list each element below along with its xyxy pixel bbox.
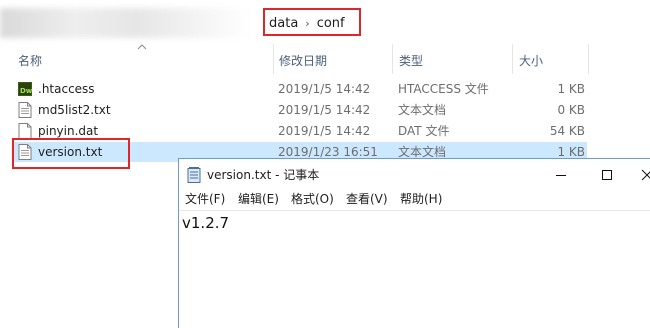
notepad-text-area[interactable]: v1.2.7: [179, 210, 650, 328]
column-divider[interactable]: [512, 44, 513, 74]
svg-text:Dw: Dw: [20, 87, 32, 95]
file-name[interactable]: md5list2.txt: [38, 100, 111, 120]
menu-help[interactable]: 帮助(H): [400, 189, 442, 209]
column-divider[interactable]: [392, 44, 393, 74]
notepad-menu-bar: 文件(F) 编辑(E) 格式(O) 查看(V) 帮助(H): [179, 189, 650, 209]
file-highlight-box: [12, 138, 130, 169]
notepad-icon: [187, 167, 201, 183]
notepad-window[interactable]: version.txt - 记事本 文件(F) 编辑(E) 格式(O) 查看(V…: [178, 158, 650, 328]
file-name[interactable]: .htaccess: [38, 79, 95, 99]
file-size: 1 KB: [557, 82, 585, 96]
menu-format[interactable]: 格式(O): [291, 189, 334, 209]
file-type: HTACCESS 文件: [398, 82, 489, 96]
notepad-title: version.txt - 记事本: [207, 168, 320, 182]
notepad-content[interactable]: v1.2.7: [182, 214, 229, 232]
minimize-icon[interactable]: [551, 165, 571, 185]
text-file-icon: [18, 102, 32, 118]
column-header-type[interactable]: 类型: [399, 50, 423, 72]
column-header-date[interactable]: 修改日期: [279, 50, 327, 72]
column-divider[interactable]: [273, 44, 274, 74]
menu-view[interactable]: 查看(V): [346, 189, 388, 209]
close-icon[interactable]: [637, 165, 650, 185]
dreamweaver-file-icon: Dw: [18, 82, 32, 96]
file-date: 2019/1/5 14:42: [278, 103, 371, 117]
maximize-icon[interactable]: [597, 165, 617, 185]
file-row[interactable]: md5list2.txt 2019/1/5 14:42 文本文档 0 KB: [14, 100, 587, 120]
blank-file-icon: [18, 123, 32, 139]
menu-file[interactable]: 文件(F): [185, 189, 225, 209]
column-header-size[interactable]: 大小: [519, 50, 543, 72]
file-row[interactable]: Dw .htaccess 2019/1/5 14:42 HTACCESS 文件 …: [14, 79, 587, 99]
file-date: 2019/1/5 14:42: [278, 124, 371, 138]
menu-edit[interactable]: 编辑(E): [238, 189, 279, 209]
file-type: DAT 文件: [398, 124, 450, 138]
blurred-address-bar: [0, 8, 250, 38]
breadcrumb-highlight-box: [263, 8, 361, 36]
file-type: 文本文档: [398, 103, 447, 117]
column-header-name[interactable]: 名称: [18, 50, 42, 72]
file-size: 54 KB: [549, 124, 585, 138]
file-date: 2019/1/5 14:42: [278, 82, 371, 96]
column-divider[interactable]: [588, 44, 589, 74]
file-size: 0 KB: [557, 103, 585, 117]
sort-up-icon: [137, 44, 147, 50]
